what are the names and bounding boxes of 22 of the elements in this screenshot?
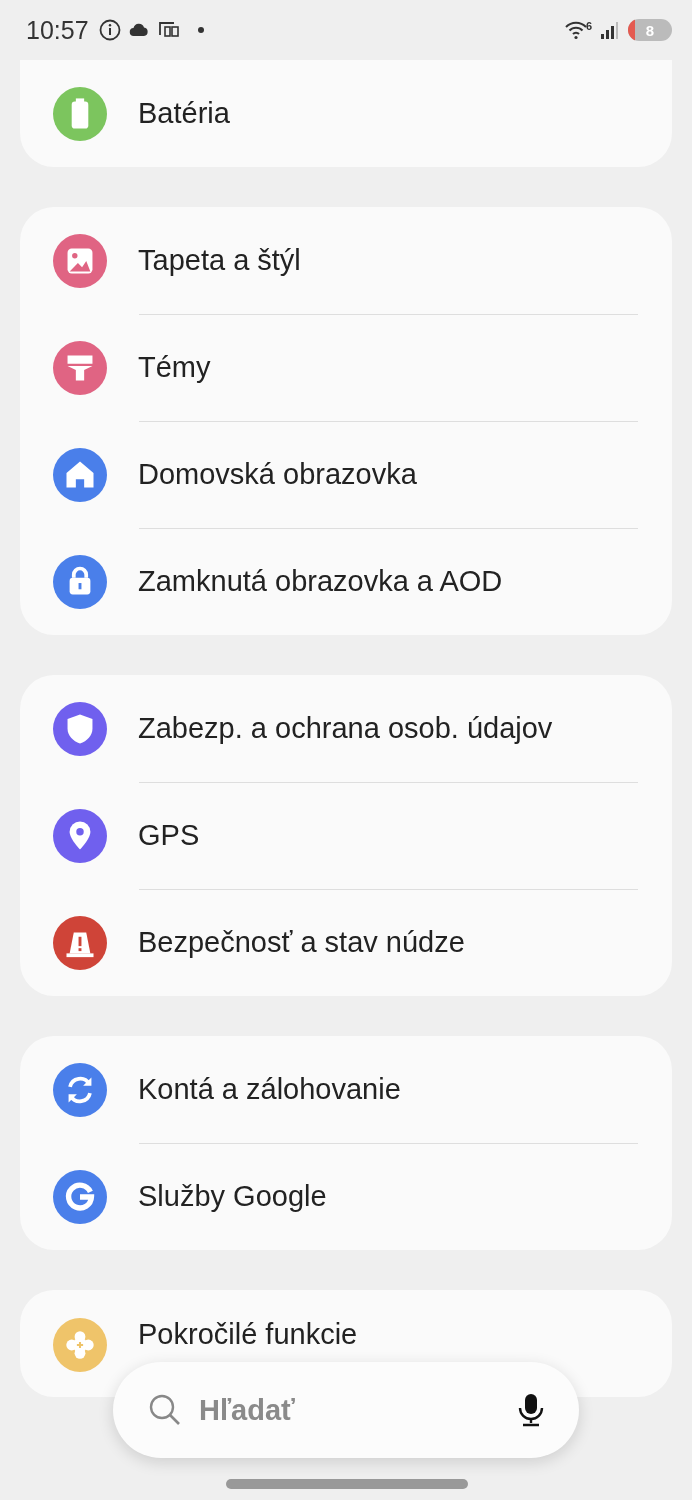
settings-item-label[interactable]: Zamknutá obrazovka a AOD: [138, 565, 503, 598]
wifi-icon: [563, 20, 588, 40]
settings-item-label[interactable]: Tapeta a štýl: [138, 244, 301, 277]
devices-icon: [156, 21, 181, 39]
wifi-standard-label: 6: [585, 20, 592, 32]
battery-indicator: 8: [628, 19, 672, 41]
settings-item-label[interactable]: Pokročilé funkcie: [138, 1318, 358, 1351]
notification-dot-icon: [196, 26, 205, 34]
signal-icon: [600, 20, 620, 40]
settings-item-label[interactable]: Domovská obrazovka: [138, 458, 417, 491]
settings-item-label[interactable]: Kontá a zálohovanie: [138, 1073, 401, 1106]
settings-item-label[interactable]: GPS: [138, 819, 200, 852]
microphone-icon[interactable]: [517, 1392, 545, 1428]
status-time: 10:57: [26, 15, 89, 45]
search-input[interactable]: Hľadať: [197, 1392, 503, 1428]
settings-item-label[interactable]: Zabezp. a ochrana osob. údajov: [138, 712, 553, 745]
cloud-icon: [128, 23, 149, 37]
settings-item-label[interactable]: Služby Google: [138, 1180, 327, 1213]
settings-item-label[interactable]: Bezpečnosť a stav núdze: [138, 926, 465, 959]
settings-item-label[interactable]: Batéria: [138, 97, 230, 130]
settings-item-label[interactable]: Témy: [138, 351, 211, 384]
info-icon: [98, 19, 121, 41]
